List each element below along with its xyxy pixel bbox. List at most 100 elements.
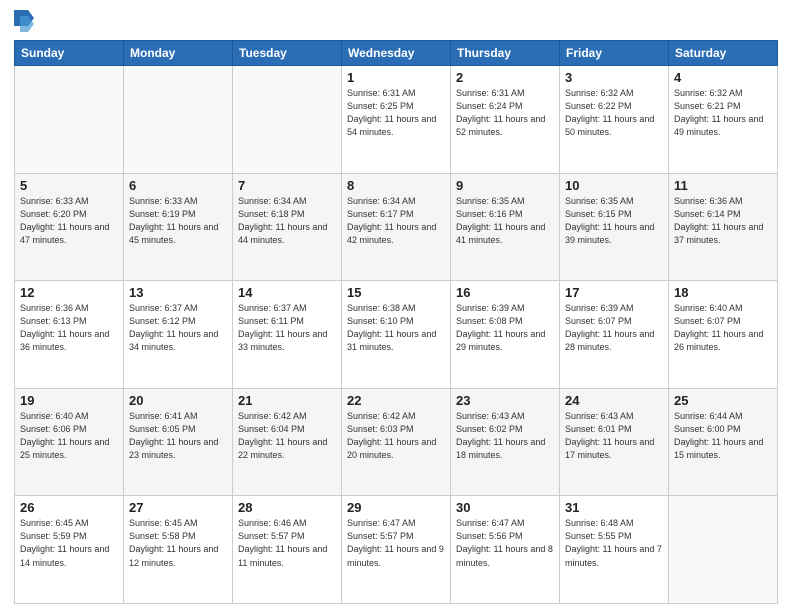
day-cell: 11 Sunrise: 6:36 AM Sunset: 6:14 PM Dayli… <box>669 173 778 281</box>
day-cell: 30Sunrise: 6:47 AM Sunset: 5:56 PM Dayli… <box>451 496 560 604</box>
day-number: 26 <box>20 500 118 515</box>
day-cell: 8 Sunrise: 6:34 AM Sunset: 6:17 PM Daylig… <box>342 173 451 281</box>
day-cell <box>669 496 778 604</box>
day-cell: 23 Sunrise: 6:43 AM Sunset: 6:02 PM Dayli… <box>451 388 560 496</box>
day-info: Sunrise: 6:42 AM Sunset: 6:03 PM Dayligh… <box>347 410 445 462</box>
day-cell: 9 Sunrise: 6:35 AM Sunset: 6:16 PM Daylig… <box>451 173 560 281</box>
day-info: Sunrise: 6:42 AM Sunset: 6:04 PM Dayligh… <box>238 410 336 462</box>
day-number: 15 <box>347 285 445 300</box>
day-cell: 10Sunrise: 6:35 AM Sunset: 6:15 PM Dayli… <box>560 173 669 281</box>
day-info: Sunrise: 6:33 AM Sunset: 6:20 PM Dayligh… <box>20 195 118 247</box>
day-number: 17 <box>565 285 663 300</box>
logo <box>14 10 38 34</box>
day-number: 31 <box>565 500 663 515</box>
day-number: 4 <box>674 70 772 85</box>
day-info: Sunrise: 6:36 AM Sunset: 6:13 PM Dayligh… <box>20 302 118 354</box>
day-number: 19 <box>20 393 118 408</box>
weekday-header-thursday: Thursday <box>451 41 560 66</box>
day-number: 18 <box>674 285 772 300</box>
day-cell: 22Sunrise: 6:42 AM Sunset: 6:03 PM Dayli… <box>342 388 451 496</box>
day-info: Sunrise: 6:40 AM Sunset: 6:06 PM Dayligh… <box>20 410 118 462</box>
day-number: 14 <box>238 285 336 300</box>
day-info: Sunrise: 6:31 AM Sunset: 6:24 PM Dayligh… <box>456 87 554 139</box>
day-info: Sunrise: 6:48 AM Sunset: 5:55 PM Dayligh… <box>565 517 663 569</box>
day-cell: 20 Sunrise: 6:41 AM Sunset: 6:05 PM Dayli… <box>124 388 233 496</box>
day-cell: 7 Sunrise: 6:34 AM Sunset: 6:18 PM Daylig… <box>233 173 342 281</box>
calendar: SundayMondayTuesdayWednesdayThursdayFrid… <box>14 40 778 604</box>
day-info: Sunrise: 6:40 AM Sunset: 6:07 PM Dayligh… <box>674 302 772 354</box>
day-number: 23 <box>456 393 554 408</box>
header <box>14 10 778 34</box>
day-cell: 14 Sunrise: 6:37 AM Sunset: 6:11 PM Dayli… <box>233 281 342 389</box>
day-number: 9 <box>456 178 554 193</box>
day-info: Sunrise: 6:35 AM Sunset: 6:16 PM Dayligh… <box>456 195 554 247</box>
day-info: Sunrise: 6:47 AM Sunset: 5:57 PM Dayligh… <box>347 517 445 569</box>
day-cell: 5Sunrise: 6:33 AM Sunset: 6:20 PM Daylig… <box>15 173 124 281</box>
day-cell: 6 Sunrise: 6:33 AM Sunset: 6:19 PM Daylig… <box>124 173 233 281</box>
day-info: Sunrise: 6:32 AM Sunset: 6:21 PM Dayligh… <box>674 87 772 139</box>
day-cell: 1 Sunrise: 6:31 AM Sunset: 6:25 PM Daylig… <box>342 66 451 174</box>
page: SundayMondayTuesdayWednesdayThursdayFrid… <box>0 0 792 612</box>
day-cell: 4 Sunrise: 6:32 AM Sunset: 6:21 PM Daylig… <box>669 66 778 174</box>
day-cell: 19 Sunrise: 6:40 AM Sunset: 6:06 PM Dayli… <box>15 388 124 496</box>
day-info: Sunrise: 6:41 AM Sunset: 6:05 PM Dayligh… <box>129 410 227 462</box>
day-number: 16 <box>456 285 554 300</box>
day-number: 7 <box>238 178 336 193</box>
day-info: Sunrise: 6:39 AM Sunset: 6:08 PM Dayligh… <box>456 302 554 354</box>
day-cell <box>124 66 233 174</box>
weekday-header-row: SundayMondayTuesdayWednesdayThursdayFrid… <box>15 41 778 66</box>
day-info: Sunrise: 6:31 AM Sunset: 6:25 PM Dayligh… <box>347 87 445 139</box>
day-info: Sunrise: 6:36 AM Sunset: 6:14 PM Dayligh… <box>674 195 772 247</box>
day-number: 21 <box>238 393 336 408</box>
day-info: Sunrise: 6:43 AM Sunset: 6:02 PM Dayligh… <box>456 410 554 462</box>
day-number: 12 <box>20 285 118 300</box>
day-cell: 13 Sunrise: 6:37 AM Sunset: 6:12 PM Dayli… <box>124 281 233 389</box>
week-row-3: 19 Sunrise: 6:40 AM Sunset: 6:06 PM Dayli… <box>15 388 778 496</box>
day-cell: 21 Sunrise: 6:42 AM Sunset: 6:04 PM Dayli… <box>233 388 342 496</box>
weekday-header-tuesday: Tuesday <box>233 41 342 66</box>
week-row-1: 5Sunrise: 6:33 AM Sunset: 6:20 PM Daylig… <box>15 173 778 281</box>
day-number: 13 <box>129 285 227 300</box>
day-info: Sunrise: 6:44 AM Sunset: 6:00 PM Dayligh… <box>674 410 772 462</box>
day-cell: 26Sunrise: 6:45 AM Sunset: 5:59 PM Dayli… <box>15 496 124 604</box>
day-info: Sunrise: 6:47 AM Sunset: 5:56 PM Dayligh… <box>456 517 554 569</box>
weekday-header-sunday: Sunday <box>15 41 124 66</box>
day-cell: 17 Sunrise: 6:39 AM Sunset: 6:07 PM Dayli… <box>560 281 669 389</box>
week-row-2: 12 Sunrise: 6:36 AM Sunset: 6:13 PM Dayli… <box>15 281 778 389</box>
week-row-4: 26Sunrise: 6:45 AM Sunset: 5:59 PM Dayli… <box>15 496 778 604</box>
day-cell <box>15 66 124 174</box>
day-number: 10 <box>565 178 663 193</box>
day-number: 20 <box>129 393 227 408</box>
day-info: Sunrise: 6:34 AM Sunset: 6:17 PM Dayligh… <box>347 195 445 247</box>
day-info: Sunrise: 6:34 AM Sunset: 6:18 PM Dayligh… <box>238 195 336 247</box>
day-cell <box>233 66 342 174</box>
day-number: 2 <box>456 70 554 85</box>
day-number: 11 <box>674 178 772 193</box>
day-info: Sunrise: 6:37 AM Sunset: 6:11 PM Dayligh… <box>238 302 336 354</box>
weekday-header-friday: Friday <box>560 41 669 66</box>
day-info: Sunrise: 6:46 AM Sunset: 5:57 PM Dayligh… <box>238 517 336 569</box>
day-cell: 12 Sunrise: 6:36 AM Sunset: 6:13 PM Dayli… <box>15 281 124 389</box>
day-number: 6 <box>129 178 227 193</box>
week-row-0: 1 Sunrise: 6:31 AM Sunset: 6:25 PM Daylig… <box>15 66 778 174</box>
day-number: 1 <box>347 70 445 85</box>
day-cell: 25 Sunrise: 6:44 AM Sunset: 6:00 PM Dayli… <box>669 388 778 496</box>
day-info: Sunrise: 6:43 AM Sunset: 6:01 PM Dayligh… <box>565 410 663 462</box>
day-cell: 27 Sunrise: 6:45 AM Sunset: 5:58 PM Dayli… <box>124 496 233 604</box>
day-number: 25 <box>674 393 772 408</box>
day-number: 29 <box>347 500 445 515</box>
day-number: 27 <box>129 500 227 515</box>
day-number: 28 <box>238 500 336 515</box>
day-number: 8 <box>347 178 445 193</box>
day-cell: 31 Sunrise: 6:48 AM Sunset: 5:55 PM Dayli… <box>560 496 669 604</box>
day-info: Sunrise: 6:45 AM Sunset: 5:58 PM Dayligh… <box>129 517 227 569</box>
day-info: Sunrise: 6:37 AM Sunset: 6:12 PM Dayligh… <box>129 302 227 354</box>
day-cell: 16 Sunrise: 6:39 AM Sunset: 6:08 PM Dayli… <box>451 281 560 389</box>
weekday-header-monday: Monday <box>124 41 233 66</box>
day-info: Sunrise: 6:33 AM Sunset: 6:19 PM Dayligh… <box>129 195 227 247</box>
day-cell: 18 Sunrise: 6:40 AM Sunset: 6:07 PM Dayli… <box>669 281 778 389</box>
day-info: Sunrise: 6:38 AM Sunset: 6:10 PM Dayligh… <box>347 302 445 354</box>
day-number: 24 <box>565 393 663 408</box>
day-info: Sunrise: 6:39 AM Sunset: 6:07 PM Dayligh… <box>565 302 663 354</box>
day-cell: 2 Sunrise: 6:31 AM Sunset: 6:24 PM Daylig… <box>451 66 560 174</box>
